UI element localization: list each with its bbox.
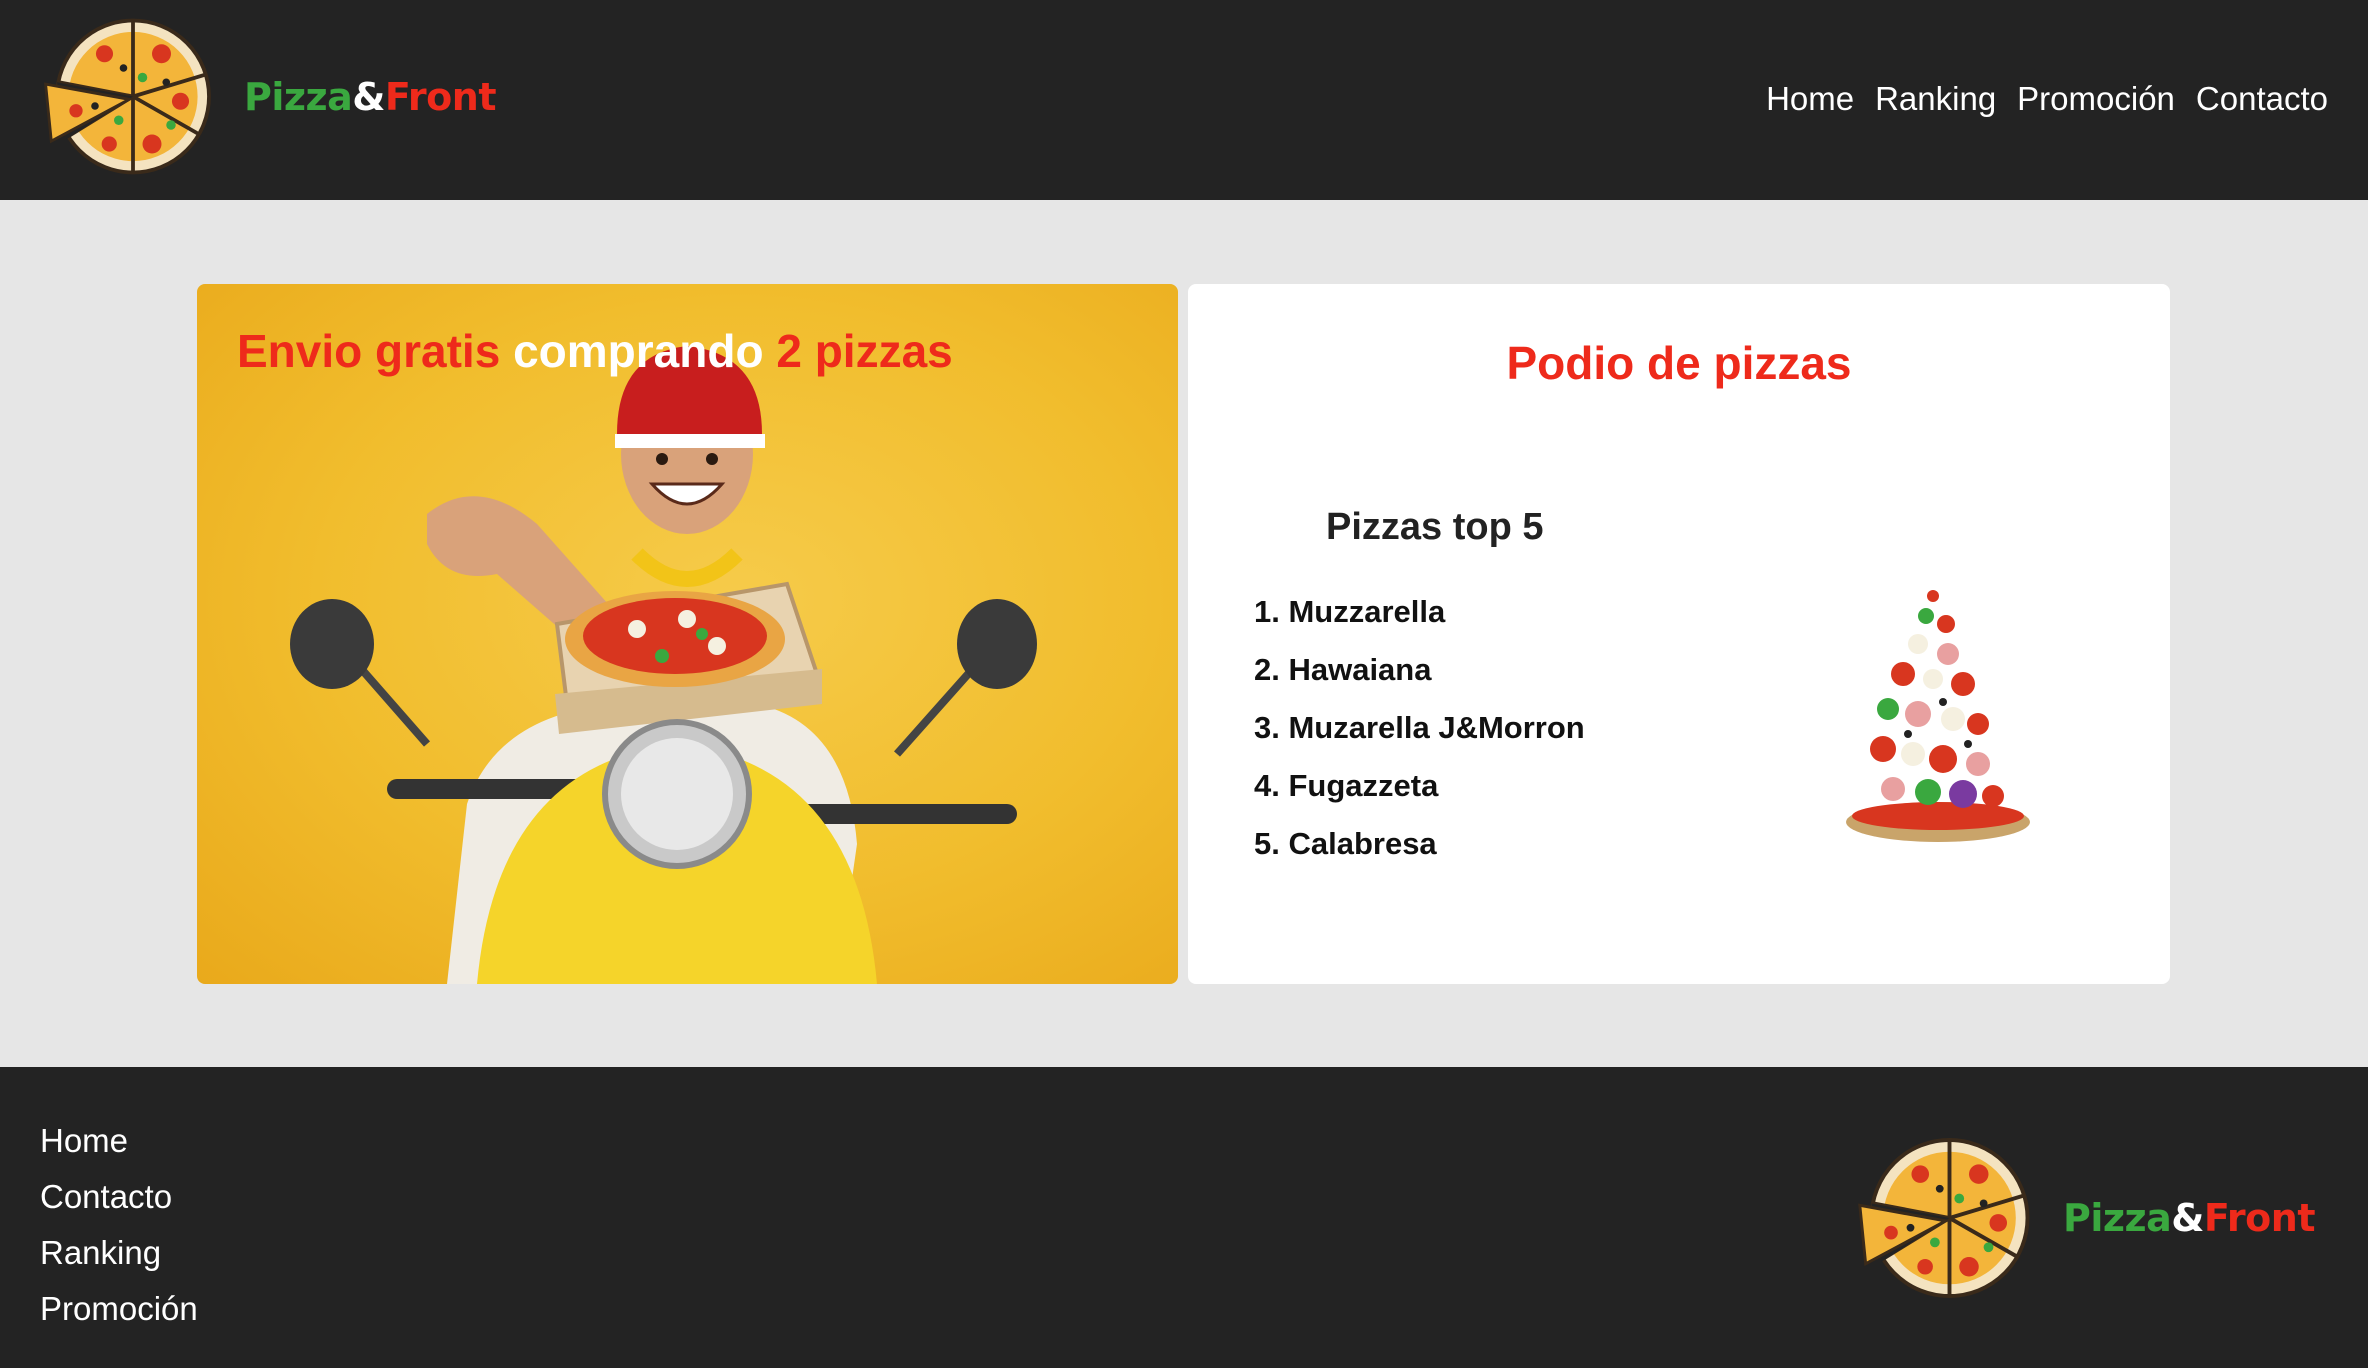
nav-link-home[interactable]: Home	[1766, 80, 1854, 118]
footer-logo[interactable]: Pizza&Front	[1852, 1133, 2316, 1303]
nav-link-contacto[interactable]: Contacto	[2196, 80, 2328, 118]
brand-name: Pizza&Front	[2063, 1196, 2316, 1240]
top-pizza-item: 4. Fugazzeta	[1254, 768, 1439, 803]
header-nav: Home Ranking Promoción Contacto	[1766, 80, 2328, 118]
promo-title: Envio gratis comprando 2 pizzas	[237, 324, 953, 378]
promo-title-part-1: Envio gratis	[237, 325, 501, 377]
pizza-logo-icon	[1858, 1138, 2030, 1298]
brand-part-front: Front	[384, 74, 497, 119]
footer-link-home[interactable]: Home	[40, 1113, 198, 1169]
header-logo[interactable]: Pizza&Front	[38, 14, 497, 179]
site-header: Pizza&Front Home Ranking Promoción Conta…	[0, 0, 2368, 200]
top-pizza-item: 1. Muzzarella	[1254, 594, 1446, 629]
brand-part-amp: &	[352, 74, 385, 119]
footer-nav: Home Contacto Ranking Promoción	[40, 1113, 198, 1337]
top-pizza-item: 3. Muzarella J&Morron	[1254, 710, 1585, 745]
brand-part-pizza: Pizza	[244, 74, 353, 119]
delivery-man-image	[290, 346, 1037, 984]
promo-card: Envio gratis comprando 2 pizzas	[197, 284, 1178, 984]
brand-name: Pizza&Front	[244, 74, 497, 119]
pizza-tower-image	[1846, 590, 2030, 842]
footer-link-promocion[interactable]: Promoción	[40, 1281, 198, 1337]
promo-title-part-3: 2 pizzas	[776, 325, 953, 377]
brand-part-pizza: Pizza	[2063, 1196, 2172, 1240]
footer-link-ranking[interactable]: Ranking	[40, 1225, 198, 1281]
site-footer: Home Contacto Ranking Promoción Pizza&Fr…	[0, 1067, 2368, 1368]
pizza-logo-icon	[43, 18, 211, 175]
nav-link-ranking[interactable]: Ranking	[1875, 80, 1996, 118]
brand-part-amp: &	[2171, 1196, 2204, 1240]
brand-part-front: Front	[2203, 1196, 2316, 1240]
podium-card: Podio de pizzas Pizzas top 5 1. Muzzarel…	[1188, 284, 2170, 984]
top-list-title: Pizzas top 5	[1326, 506, 1544, 548]
top-pizza-item: 5. Calabresa	[1254, 826, 1437, 861]
promo-title-part-2: comprando	[513, 325, 764, 377]
nav-link-promocion[interactable]: Promoción	[2017, 80, 2175, 118]
podium-title: Podio de pizzas	[1506, 337, 1852, 389]
top-pizza-list: 1. Muzzarella 2. Hawaiana 3. Muzarella J…	[1254, 594, 1585, 884]
top-pizza-item: 2. Hawaiana	[1254, 652, 1432, 687]
footer-link-contacto[interactable]: Contacto	[40, 1169, 198, 1225]
